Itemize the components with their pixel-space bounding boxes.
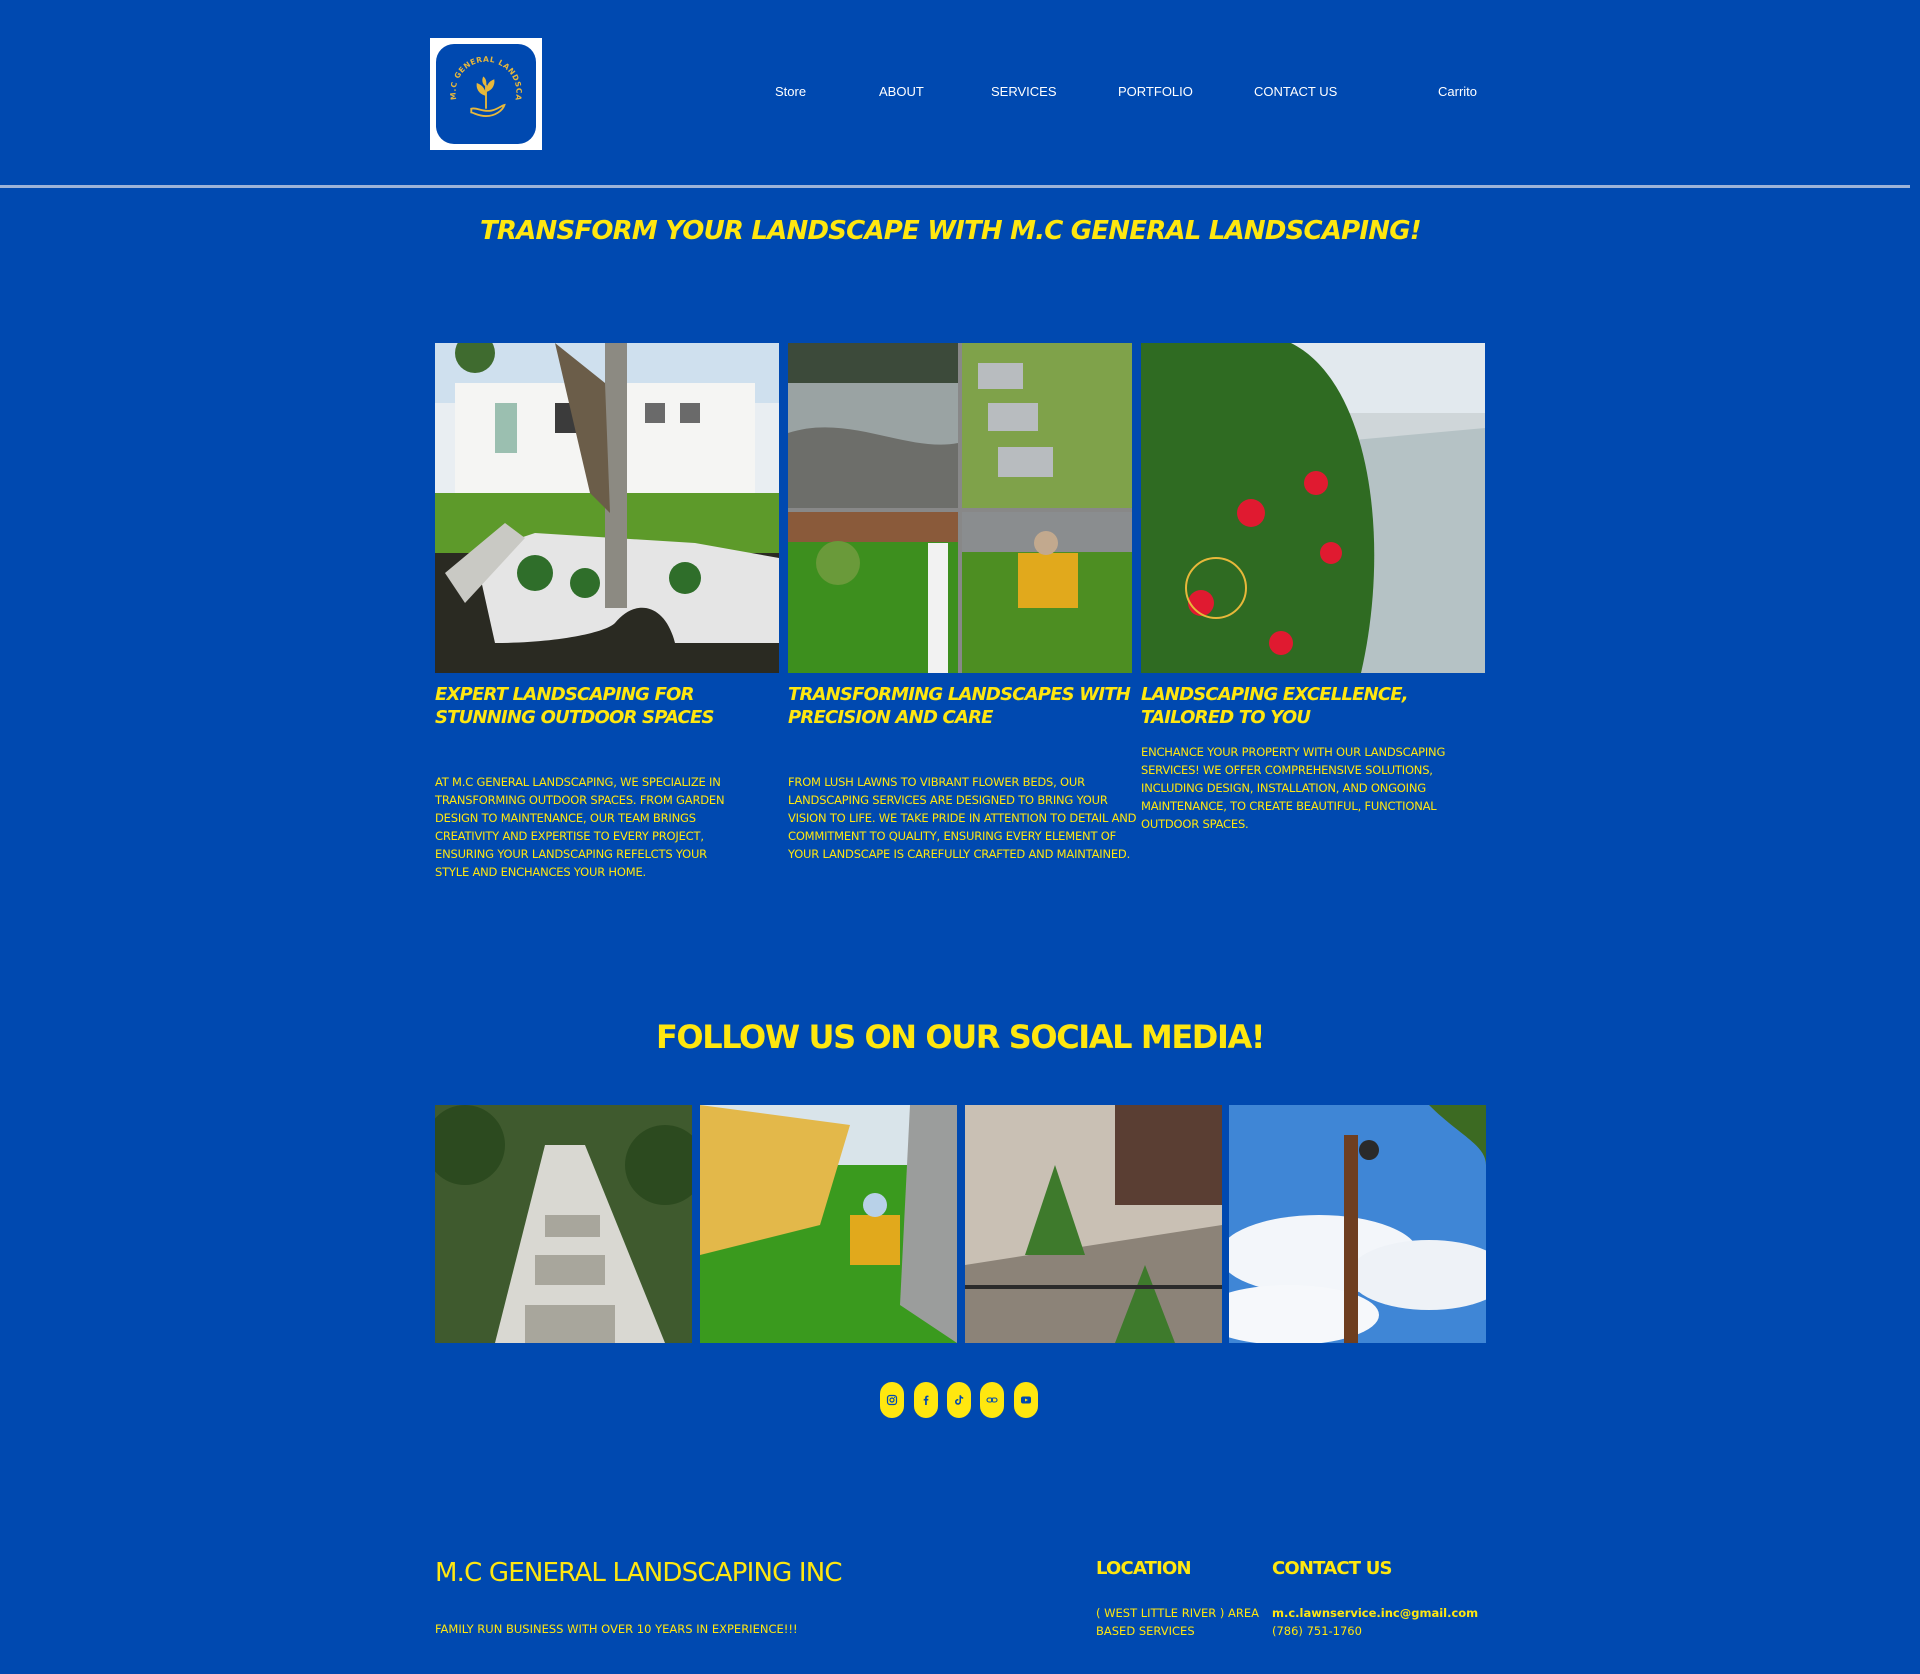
nav-portfolio[interactable]: PORTFOLIO xyxy=(1118,84,1193,99)
footer-tagline: FAMILY RUN BUSINESS WITH OVER 10 YEARS I… xyxy=(435,1622,798,1636)
nav-about[interactable]: ABOUT xyxy=(879,84,924,99)
footer-email-link[interactable]: m.c.lawnservice.inc@gmail.com xyxy=(1272,1604,1478,1622)
social-section-title: FOLLOW US ON OUR SOCIAL MEDIA! xyxy=(655,1018,1265,1056)
facebook-icon[interactable] xyxy=(914,1382,938,1418)
footer-contact-heading: CONTACT US xyxy=(1272,1558,1393,1579)
link-icon[interactable] xyxy=(980,1382,1004,1418)
feature-image-collage xyxy=(788,343,1132,673)
logo-badge: M.C GENERAL LANDSCAPING, INC xyxy=(436,44,536,144)
nav-contact-us[interactable]: CONTACT US xyxy=(1254,84,1337,99)
logo-plant-hand-icon: M.C GENERAL LANDSCAPING, INC xyxy=(440,48,523,118)
site-logo[interactable]: M.C GENERAL LANDSCAPING, INC xyxy=(430,38,542,150)
gallery-image-garden-path[interactable] xyxy=(435,1105,692,1343)
feature-image-hedge xyxy=(1141,343,1485,673)
tiktok-icon[interactable] xyxy=(947,1382,971,1418)
feature-heading-2: TRANSFORMING LANDSCAPES WITH PRECISION A… xyxy=(788,684,1131,728)
feature-heading-1: EXPERT LANDSCAPING FOR STUNNING OUTDOOR … xyxy=(435,684,714,728)
header-divider xyxy=(0,185,1910,188)
feature-body-3: ENCHANCE YOUR PROPERTY WITH OUR LANDSCAP… xyxy=(1141,745,1446,831)
nav-services[interactable]: SERVICES xyxy=(991,84,1057,99)
hero-title: TRANSFORM YOUR LANDSCAPE WITH M.C GENERA… xyxy=(480,216,1422,246)
feature-body-2: FROM LUSH LAWNS TO VIBRANT FLOWER BEDS, … xyxy=(788,775,1137,861)
nav-store[interactable]: Store xyxy=(775,84,806,99)
footer-location-heading: LOCATION xyxy=(1096,1558,1192,1579)
footer-location-text: ( WEST LITTLE RIVER ) AREA BASED SERVICE… xyxy=(1096,1606,1260,1638)
gallery-image-indoor-plants[interactable] xyxy=(965,1105,1222,1343)
gallery-image-mower[interactable] xyxy=(700,1105,957,1343)
footer-phone: (786) 751-1760 xyxy=(1272,1624,1362,1638)
cart-link[interactable]: Carrito xyxy=(1438,84,1477,99)
feature-image-front-yard xyxy=(435,343,779,673)
feature-heading-3: LANDSCAPING EXCELLENCE, TAILORED TO YOU xyxy=(1141,684,1409,728)
footer-brand: M.C GENERAL LANDSCAPING INC xyxy=(435,1558,843,1588)
instagram-icon[interactable] xyxy=(880,1382,904,1418)
youtube-icon[interactable] xyxy=(1014,1382,1038,1418)
feature-body-1: AT M.C GENERAL LANDSCAPING, WE SPECIALIZ… xyxy=(435,775,725,879)
gallery-image-palm-trimming[interactable] xyxy=(1229,1105,1486,1343)
